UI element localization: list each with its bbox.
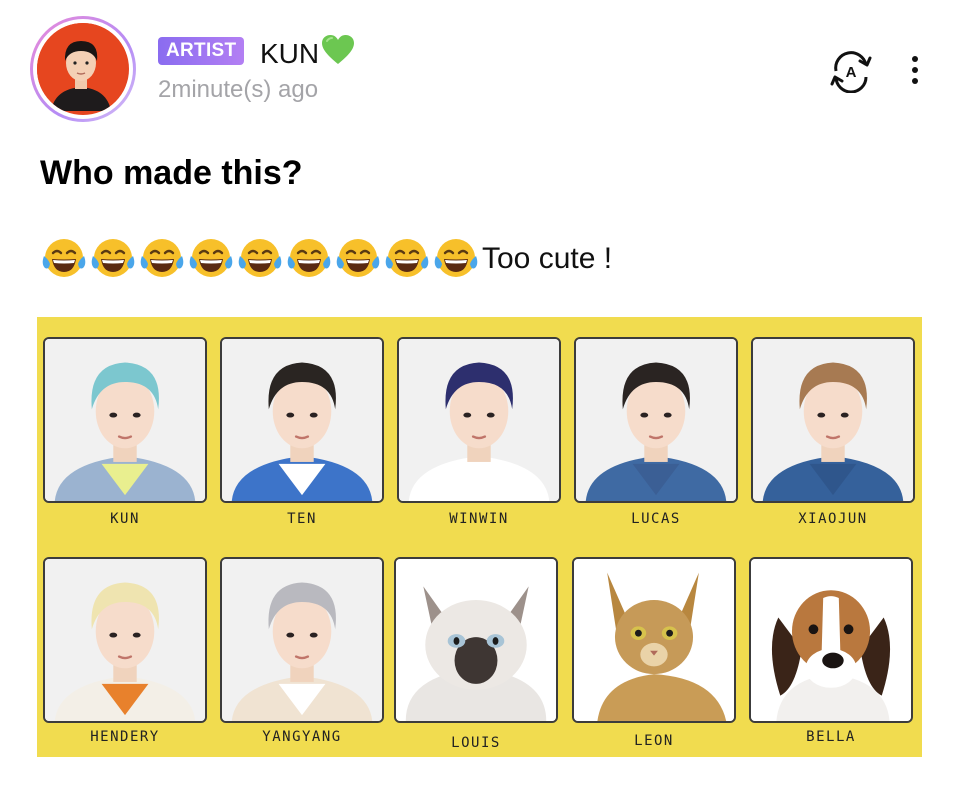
photo-card-winwin xyxy=(397,337,561,503)
photo-card-leon xyxy=(572,557,736,723)
person-photo xyxy=(45,559,205,721)
tears-of-joy-icon xyxy=(238,239,282,277)
person-photo xyxy=(222,559,382,721)
tears-of-joy-icon xyxy=(336,239,380,277)
post-timestamp: 2minute(s) ago xyxy=(158,76,319,103)
artist-badge: ARTIST xyxy=(158,37,245,65)
person-photo xyxy=(753,339,913,501)
photo-card-yangyang xyxy=(220,557,384,723)
siamese-cat-photo xyxy=(396,559,556,721)
photo-card-ten xyxy=(220,337,384,503)
avatar-portrait xyxy=(37,23,125,111)
card-label-hendery: HENDERY xyxy=(90,729,160,745)
photo-card-louis xyxy=(394,557,558,723)
card-label-yangyang: YANGYANG xyxy=(262,729,342,745)
more-vertical-icon xyxy=(912,56,918,62)
translate-button[interactable]: A xyxy=(826,49,876,94)
abyssinian-cat-photo xyxy=(574,559,734,721)
photo-card-kun xyxy=(43,337,207,503)
author-name-text: KUN xyxy=(260,38,320,69)
card-label-lucas: LUCAS xyxy=(631,511,681,527)
card-label-louis: LOUIS xyxy=(451,735,501,751)
post-body-text: Too cute ! xyxy=(482,242,613,275)
author-name[interactable]: KUN xyxy=(260,33,355,75)
person-photo xyxy=(399,339,559,501)
translate-icon: A xyxy=(830,51,872,94)
photo-card-lucas xyxy=(574,337,738,503)
photo-card-xiaojun xyxy=(751,337,915,503)
tears-of-joy-icon xyxy=(189,239,233,277)
card-label-winwin: WINWIN xyxy=(449,511,509,527)
photo-card-bella xyxy=(749,557,913,723)
more-dot xyxy=(912,78,918,84)
beagle-dog-photo xyxy=(751,559,911,721)
person-photo xyxy=(576,339,736,501)
tears-of-joy-icon xyxy=(287,239,331,277)
card-label-leon: LEON xyxy=(634,733,674,749)
tears-of-joy-icon xyxy=(434,239,478,277)
photo-card-hendery xyxy=(43,557,207,723)
card-label-kun: KUN xyxy=(110,511,140,527)
card-label-xiaojun: XIAOJUN xyxy=(798,511,868,527)
more-options-button[interactable] xyxy=(903,52,927,88)
card-label-bella: BELLA xyxy=(806,729,856,745)
author-avatar[interactable] xyxy=(30,16,136,122)
tears-of-joy-icon xyxy=(42,239,86,277)
tears-of-joy-icon xyxy=(140,239,184,277)
more-dot xyxy=(912,67,918,73)
post-title: Who made this? xyxy=(40,154,303,192)
person-photo xyxy=(45,339,205,501)
person-photo xyxy=(222,339,382,501)
post-body: Too cute ! xyxy=(40,236,612,282)
avatar-border xyxy=(33,19,133,119)
emoji-row xyxy=(40,236,480,282)
avatar-photo xyxy=(37,23,129,115)
green-heart-icon xyxy=(321,33,355,75)
tears-of-joy-icon xyxy=(385,239,429,277)
translate-letter: A xyxy=(846,64,857,81)
card-label-ten: TEN xyxy=(287,511,317,527)
post-image[interactable]: KUN TEN WINWIN LUCAS XIAOJUN HENDERY YAN… xyxy=(37,317,922,757)
tears-of-joy-icon xyxy=(91,239,135,277)
